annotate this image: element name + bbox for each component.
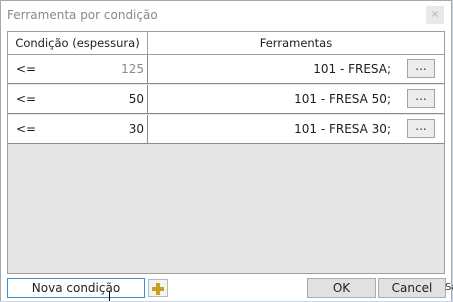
cancel-button[interactable]: Cancel xyxy=(378,278,446,298)
dialog-footer: Nova condição OK Cancel xyxy=(1,275,451,301)
table-row[interactable]: <= 30 101 - FRESA 30; ... xyxy=(8,115,444,144)
thickness-input[interactable]: 30 xyxy=(36,119,144,139)
grid-header: Condição (espessura) Ferramentas xyxy=(8,32,444,55)
operator-label: <= xyxy=(16,122,37,136)
new-condition-button[interactable]: Nova condição xyxy=(7,278,145,298)
browse-tools-button[interactable]: ... xyxy=(407,59,435,78)
close-button[interactable]: × xyxy=(426,6,444,24)
table-row[interactable]: <= 125 101 - FRESA; ... xyxy=(8,55,444,84)
column-header-condition[interactable]: Condição (espessura) xyxy=(8,32,148,54)
column-divider xyxy=(147,85,148,113)
operator-label: <= xyxy=(16,62,37,76)
background-text-fragment: Sa xyxy=(445,282,453,293)
operator-label: <= xyxy=(16,92,37,106)
table-row[interactable]: <= 50 101 - FRESA 50; ... xyxy=(8,85,444,114)
browse-tools-button[interactable]: ... xyxy=(407,119,435,138)
thickness-input[interactable]: 125 xyxy=(36,59,144,79)
tool-value: 101 - FRESA 30; xyxy=(294,122,391,136)
column-divider xyxy=(147,115,148,143)
column-header-tools[interactable]: Ferramentas xyxy=(148,32,444,54)
tool-value: 101 - FRESA; xyxy=(313,62,391,76)
column-divider xyxy=(147,55,148,83)
tool-value: 101 - FRESA 50; xyxy=(294,92,391,106)
conditions-grid: Condição (espessura) Ferramentas <= 125 … xyxy=(7,31,445,274)
add-condition-button[interactable] xyxy=(148,279,168,297)
close-icon: × xyxy=(430,9,440,20)
browse-tools-button[interactable]: ... xyxy=(407,89,435,108)
text-cursor xyxy=(109,291,110,301)
title-bar[interactable]: Ferramenta por condição × xyxy=(1,1,451,31)
dialog-window: Ferramenta por condição × Condição (espe… xyxy=(0,0,452,301)
window-title: Ferramenta por condição xyxy=(7,8,158,22)
thickness-input[interactable]: 50 xyxy=(36,89,144,109)
ok-button[interactable]: OK xyxy=(307,278,376,298)
